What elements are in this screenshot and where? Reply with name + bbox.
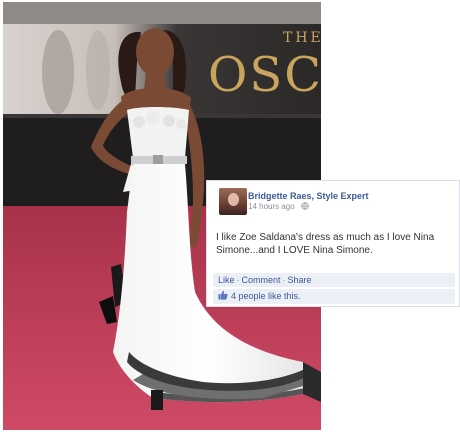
comment-text: I like Zoe Saldana's dress as much as I … — [216, 232, 435, 256]
backdrop-figure-left — [42, 30, 74, 114]
comment-actions: Like · Comment · Share — [213, 273, 455, 287]
head — [136, 28, 174, 76]
like-link[interactable]: Like — [218, 275, 235, 285]
timestamp-row: 14 hours ago — [248, 202, 309, 211]
action-separator: · — [282, 275, 286, 285]
globe-icon — [301, 202, 309, 210]
shoe — [151, 390, 163, 410]
likes-summary: 4 people like this. — [213, 289, 455, 304]
author-name[interactable]: Bridgette Raes, Style Expert — [248, 191, 369, 201]
likes-count-link[interactable]: 4 people like this. — [231, 291, 301, 301]
comment-link[interactable]: Comment — [242, 275, 281, 285]
action-separator: · — [236, 275, 240, 285]
share-link[interactable]: Share — [288, 275, 312, 285]
avatar[interactable] — [219, 188, 247, 215]
top-backdrop-strip — [3, 2, 321, 24]
timestamp[interactable]: 14 hours ago — [248, 202, 295, 211]
comment-card: Bridgette Raes, Style Expert 14 hours ag… — [206, 180, 460, 307]
backdrop-figure-right — [86, 30, 110, 110]
comment-header: Bridgette Raes, Style Expert 14 hours ag… — [207, 181, 459, 221]
thumbs-up-icon — [218, 290, 228, 300]
